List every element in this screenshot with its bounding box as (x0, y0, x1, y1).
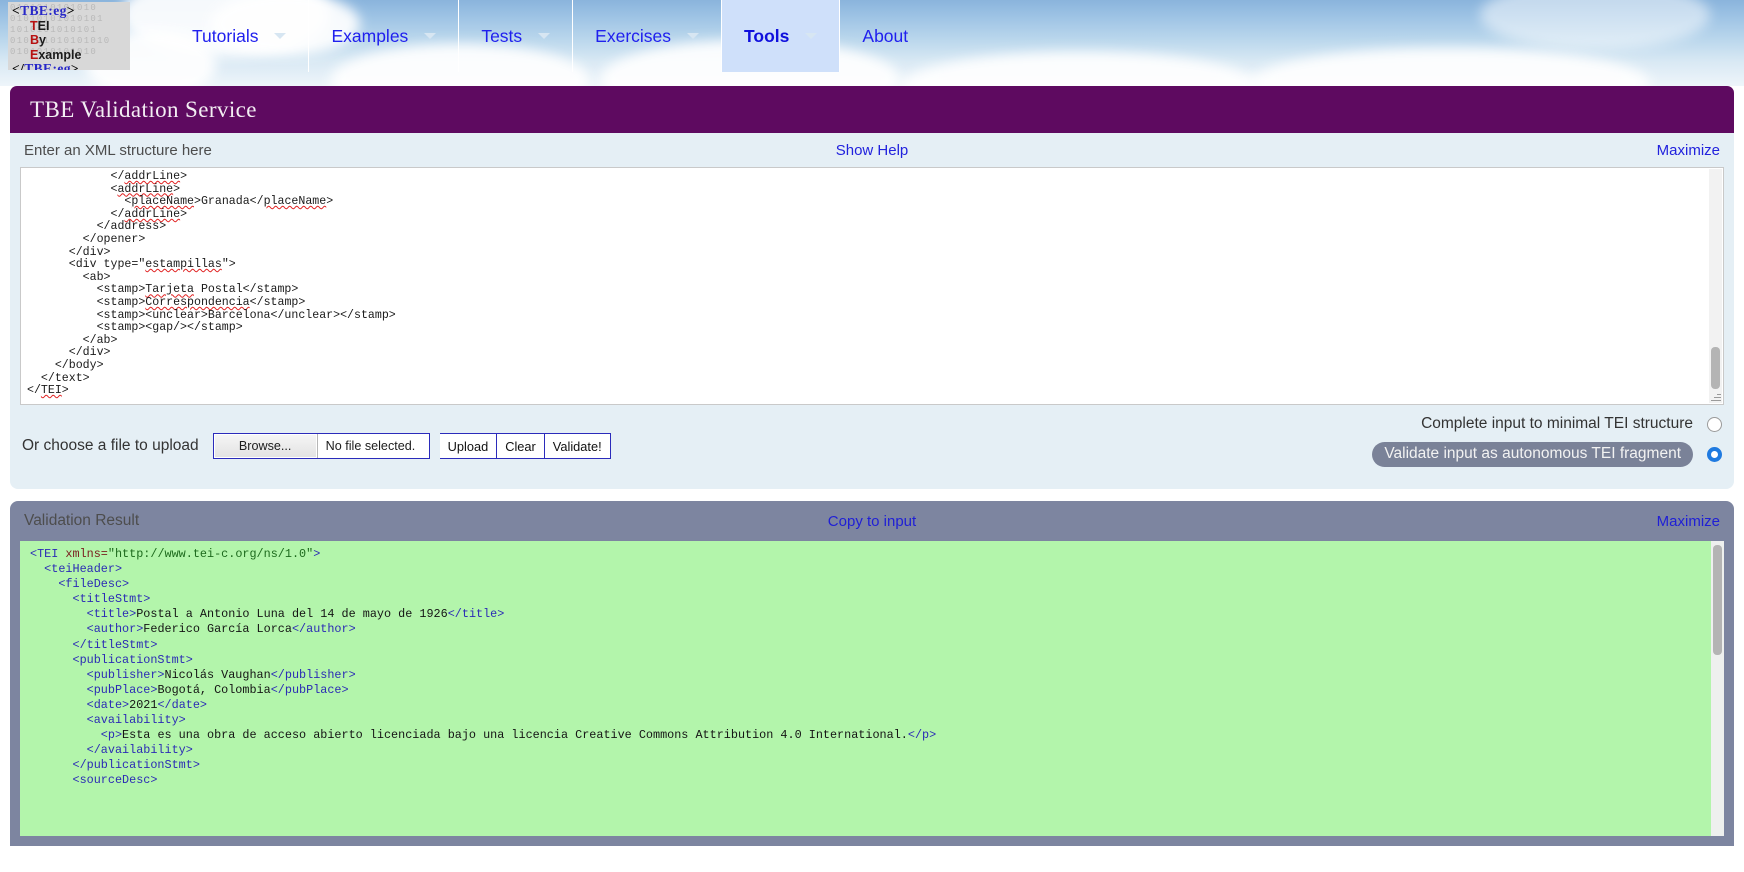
main-navigation: Tutorials Examples Tests Exercises Tools… (170, 0, 930, 72)
site-header: 0101010101010 01010101010101 10101010101… (0, 0, 1744, 86)
result-line: <titleStmt> (30, 592, 936, 607)
show-help-container: Show Help (10, 142, 1734, 159)
logo-line-by: By (8, 33, 130, 48)
logo-line-tei: TEI (8, 19, 130, 34)
validation-mode-options: Complete input to minimal TEI structure … (1352, 409, 1722, 469)
xml-input-code: </addrLine> <addrLine> <placeName>Granad… (27, 171, 396, 398)
result-line: <publisher>Nicolás Vaughan</publisher> (30, 668, 936, 683)
page-title: TBE Validation Service (30, 97, 257, 123)
input-panel-subbar: Enter an XML structure here Show Help Ma… (10, 133, 1734, 167)
upload-label: Or choose a file to upload (22, 437, 199, 455)
maximize-result-link[interactable]: Maximize (1657, 513, 1720, 530)
validate-button[interactable]: Validate! (545, 433, 611, 459)
option-label: Validate input as autonomous TEI fragmen… (1372, 442, 1693, 467)
result-line: <TEI xmlns="http://www.tei-c.org/ns/1.0"… (30, 547, 936, 562)
nav-label: Exercises (595, 26, 671, 47)
nav-label: Tutorials (192, 26, 258, 47)
file-upload-row: Or choose a file to upload Browse... No … (10, 405, 1734, 473)
service-title-bar: TBE Validation Service (10, 86, 1734, 133)
nav-label: Examples (331, 26, 408, 47)
option-label: Complete input to minimal TEI structure (1421, 415, 1693, 433)
nav-item-tools[interactable]: Tools (721, 0, 839, 72)
chevron-down-icon (274, 33, 286, 39)
file-status-text: No file selected. (318, 434, 429, 458)
xml-input-textarea[interactable]: </addrLine> <addrLine> <placeName>Granad… (20, 167, 1724, 405)
result-line: <title>Postal a Antonio Luna del 14 de m… (30, 607, 936, 622)
site-logo[interactable]: 0101010101010 01010101010101 10101010101… (8, 2, 130, 70)
action-button-group: Upload Clear Validate! (440, 433, 611, 459)
result-panel-subbar: Validation Result Copy to input Maximize (10, 501, 1734, 541)
option-autonomous-fragment[interactable]: Validate input as autonomous TEI fragmen… (1352, 439, 1722, 469)
maximize-input-link[interactable]: Maximize (1657, 142, 1720, 159)
nav-label: About (862, 26, 908, 47)
nav-label: Tests (481, 26, 522, 47)
result-line: </publicationStmt> (30, 758, 936, 773)
copy-to-input-link[interactable]: Copy to input (828, 513, 916, 530)
result-line: <p>Esta es una obra de acceso abierto li… (30, 728, 936, 743)
result-line: <availability> (30, 713, 936, 728)
result-code: <TEI xmlns="http://www.tei-c.org/ns/1.0"… (30, 547, 936, 789)
nav-label: Tools (744, 26, 789, 47)
nav-item-about[interactable]: About (839, 0, 930, 72)
cloud-decoration (1480, 0, 1710, 50)
xml-input-scrollbar[interactable] (1709, 169, 1722, 403)
nav-item-tutorials[interactable]: Tutorials (170, 0, 308, 72)
file-input[interactable]: Browse... No file selected. (213, 433, 430, 459)
result-scrollbar[interactable] (1711, 541, 1724, 836)
result-line: <teiHeader> (30, 562, 936, 577)
validation-input-panel: TBE Validation Service Enter an XML stru… (10, 86, 1734, 489)
scrollbar-thumb[interactable] (1713, 545, 1722, 655)
radio-complete-to-minimal-tei[interactable] (1707, 417, 1722, 432)
validation-result-panel: Validation Result Copy to input Maximize… (10, 501, 1734, 846)
clear-button[interactable]: Clear (497, 433, 545, 459)
upload-button[interactable]: Upload (440, 433, 498, 459)
scrollbar-thumb[interactable] (1711, 347, 1720, 389)
validation-result-output[interactable]: <TEI xmlns="http://www.tei-c.org/ns/1.0"… (20, 541, 1724, 836)
result-line: <author>Federico García Lorca</author> (30, 622, 936, 637)
page-body: TBE Validation Service Enter an XML stru… (0, 86, 1744, 846)
radio-autonomous-fragment[interactable] (1707, 447, 1722, 462)
chevron-down-icon (805, 33, 817, 39)
nav-item-exercises[interactable]: Exercises (572, 0, 721, 72)
result-line: <date>2021</date> (30, 698, 936, 713)
browse-button[interactable]: Browse... (214, 434, 318, 458)
logo-line-example: Example (8, 48, 130, 63)
result-line: </availability> (30, 743, 936, 758)
logo-line-open-tag: <TBE:eg> (8, 4, 130, 19)
option-complete-to-minimal-tei[interactable]: Complete input to minimal TEI structure (1352, 409, 1722, 439)
nav-item-tests[interactable]: Tests (458, 0, 572, 72)
cloud-decoration (1250, 48, 1650, 86)
logo-line-close-tag: </TBE:eg> (8, 62, 130, 70)
result-line: <publicationStmt> (30, 653, 936, 668)
result-line: <fileDesc> (30, 577, 936, 592)
textarea-resize-handle[interactable] (1709, 390, 1722, 403)
result-line: <sourceDesc> (30, 773, 936, 788)
chevron-down-icon (424, 33, 436, 39)
copy-to-input-container: Copy to input (10, 513, 1734, 530)
chevron-down-icon (687, 33, 699, 39)
cloud-decoration (900, 52, 1260, 86)
chevron-down-icon (538, 33, 550, 39)
show-help-link[interactable]: Show Help (836, 142, 909, 159)
result-line: <pubPlace>Bogotá, Colombia</pubPlace> (30, 683, 936, 698)
nav-item-examples[interactable]: Examples (308, 0, 458, 72)
result-line: </titleStmt> (30, 638, 936, 653)
